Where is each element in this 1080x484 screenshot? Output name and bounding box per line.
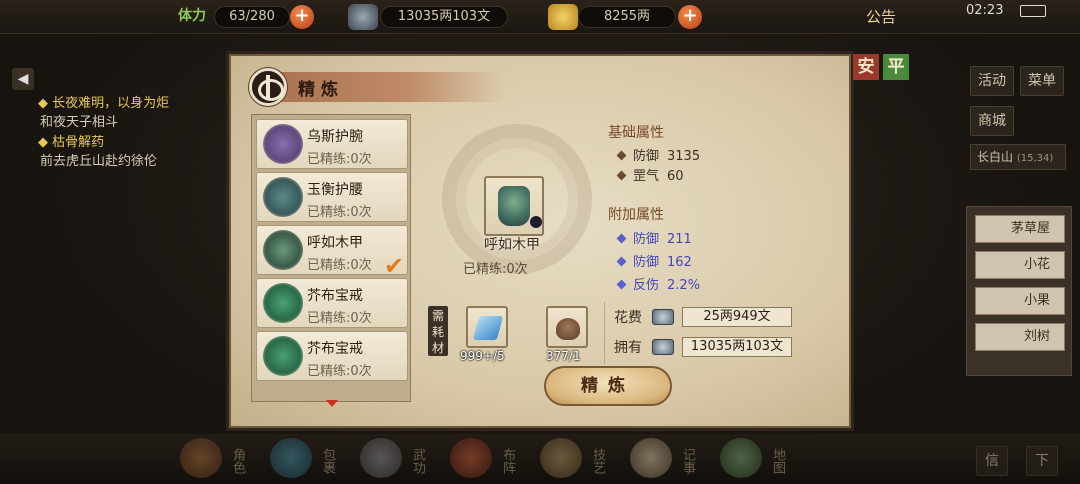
map-icon[interactable] xyxy=(720,438,762,478)
gold-counter: 8255两 xyxy=(578,6,676,28)
formation-icon[interactable] xyxy=(450,438,492,478)
stamina-counter: 63/280 xyxy=(214,6,290,28)
owned-label: 拥有 xyxy=(614,340,642,356)
armor-icon xyxy=(263,230,303,270)
silver-coin-icon xyxy=(652,309,674,325)
martial-arts-icon[interactable] xyxy=(360,438,402,478)
cost-value: 25两949文 xyxy=(682,307,792,327)
menu-character[interactable]: 角色 xyxy=(228,448,247,474)
tab-ping[interactable]: 平 xyxy=(883,54,909,80)
add-stamina-button[interactable]: + xyxy=(290,5,314,29)
material-slot[interactable] xyxy=(546,306,588,348)
down-button[interactable]: 下 xyxy=(1026,446,1058,476)
divider xyxy=(604,302,605,364)
mail-button[interactable]: 信 xyxy=(976,446,1008,476)
character-icon[interactable] xyxy=(180,438,222,478)
bracer-icon xyxy=(263,124,303,164)
activity-button[interactable]: 活动 xyxy=(970,66,1014,96)
npc-item[interactable]: 刘树 xyxy=(975,323,1065,351)
top-bar: 体力 63/280 + 13035两103文 8255两 + 公告 02:23 xyxy=(0,0,1080,34)
base-attributes-title: 基础属性 xyxy=(608,125,664,141)
ring-icon xyxy=(263,283,303,323)
add-gold-button[interactable]: + xyxy=(678,5,702,29)
skills-icon[interactable] xyxy=(540,438,582,478)
npc-item[interactable]: 茅草屋 xyxy=(975,215,1065,243)
menu-journal[interactable]: 记事 xyxy=(678,448,697,474)
material-count: 377/1 xyxy=(546,349,581,363)
cost-label: 花费 xyxy=(614,310,642,326)
belt-icon xyxy=(263,177,303,217)
quest-1-desc: 和夜天子相斗 xyxy=(40,115,119,130)
clock: 02:23 xyxy=(966,3,1004,18)
add-attr-row: 防御 162 xyxy=(616,251,692,270)
owned-value: 13035两103文 xyxy=(682,337,792,357)
collapse-arrow-icon[interactable]: ◀ xyxy=(12,68,34,90)
dialog-title: 精炼 xyxy=(298,80,344,100)
menu-formation[interactable]: 布阵 xyxy=(498,448,517,474)
material-count: 999+/5 xyxy=(460,349,505,363)
gold-icon xyxy=(548,4,578,30)
bowl-icon xyxy=(556,318,580,340)
silver-counter: 13035两103文 xyxy=(380,6,508,28)
list-item[interactable]: 乌斯护腕 已精练:0次 xyxy=(256,119,408,169)
list-item[interactable]: 芥布宝戒 已精练:0次 xyxy=(256,278,408,328)
refine-button[interactable]: 精炼 xyxy=(544,366,672,406)
ring-icon xyxy=(263,336,303,376)
menu-skills[interactable]: 技艺 xyxy=(588,448,607,474)
dialog-title-bar xyxy=(255,72,505,102)
list-item[interactable]: 芥布宝戒 已精练:0次 xyxy=(256,331,408,381)
base-attr-row: 罡气 60 xyxy=(616,165,684,184)
menu-bag[interactable]: 包裹 xyxy=(318,448,337,474)
silver-icon xyxy=(348,4,378,30)
additional-attributes-title: 附加属性 xyxy=(608,207,664,223)
blue-gem-icon xyxy=(472,316,504,340)
quest-2-desc: 前去虎丘山赴约徐伦 xyxy=(40,154,158,169)
quest-1-title[interactable]: ◆ 长夜难明，以身为炬 xyxy=(38,92,169,111)
location-label: 长白山 (15,34) xyxy=(970,144,1066,170)
notice-button[interactable]: 公告 xyxy=(866,6,896,27)
selected-item-name: 呼如木甲 xyxy=(484,237,540,253)
list-item[interactable]: 玉衡护腰 已精练:0次 xyxy=(256,172,408,222)
journal-icon[interactable] xyxy=(630,438,672,478)
quest-2-title[interactable]: ◆ 枯骨解药 xyxy=(38,131,104,150)
materials-label: 需耗材 xyxy=(428,306,448,356)
battery-icon xyxy=(1020,5,1046,17)
base-attr-row: 防御 3135 xyxy=(616,145,700,164)
npc-list: 茅草屋 小花 小果 刘树 xyxy=(966,206,1072,376)
menu-button[interactable]: 菜单 xyxy=(1020,66,1064,96)
menu-map[interactable]: 地图 xyxy=(768,448,787,474)
add-attr-row: 防御 211 xyxy=(616,228,692,247)
selected-item-refined: 已精练:0次 xyxy=(463,262,528,277)
npc-item[interactable]: 小花 xyxy=(975,251,1065,279)
tab-an[interactable]: 安 xyxy=(853,54,879,80)
game-screen: 体力 63/280 + 13035两103文 8255两 + 公告 02:23 … xyxy=(0,0,1080,484)
selected-check-icon: ✔ xyxy=(384,252,405,280)
menu-martial-arts[interactable]: 武功 xyxy=(408,448,427,474)
refine-emblem-icon xyxy=(249,68,287,106)
add-attr-row: 反伤 2.2% xyxy=(616,274,700,293)
selected-armor-icon xyxy=(484,176,544,236)
shop-button[interactable]: 商城 xyxy=(970,106,1014,136)
bag-icon[interactable] xyxy=(270,438,312,478)
stamina-label: 体力 xyxy=(178,8,206,24)
scroll-down-indicator-icon[interactable] xyxy=(326,400,338,407)
silver-coin-icon xyxy=(652,339,674,355)
npc-item[interactable]: 小果 xyxy=(975,287,1065,315)
material-slot[interactable] xyxy=(466,306,508,348)
